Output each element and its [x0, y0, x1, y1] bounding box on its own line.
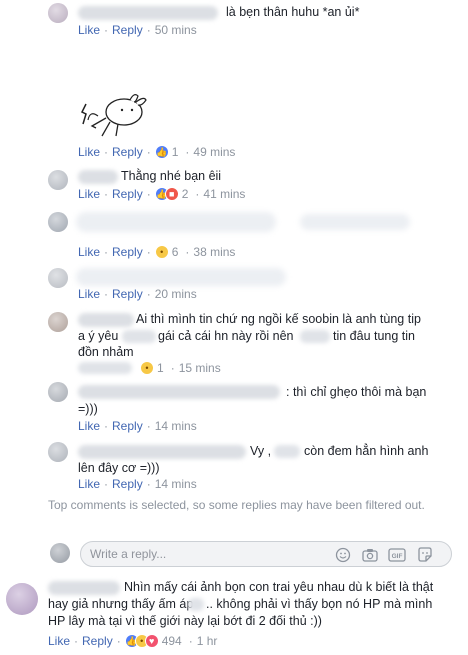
comment-actions: • 1 · 15 mins	[78, 361, 221, 375]
like-link[interactable]: Like	[78, 477, 100, 491]
comment-text-line: hay giả nhưng thấy ấm áp	[48, 597, 194, 611]
comment-text-line: a ý yêu	[78, 329, 119, 343]
comment-text-blurred	[76, 268, 286, 286]
like-link[interactable]: Like	[78, 145, 100, 159]
like-link[interactable]: Like	[78, 287, 100, 301]
comment-text-line: lên đây cơ =)))	[78, 461, 160, 475]
comment-text-line: : thì chỉ ghẹo thôi mà bạn	[286, 385, 427, 399]
comment-text-line: Nhìn mấy cái ảnh bọn con trai yêu nhau d…	[124, 580, 434, 594]
reply-link[interactable]: Reply	[82, 634, 113, 648]
camera-icon[interactable]	[361, 546, 379, 564]
blurred-mention	[188, 598, 204, 611]
comment-text-line: =)))	[78, 402, 98, 416]
reply-link[interactable]: Reply	[112, 23, 143, 37]
commenter-name-blurred	[78, 6, 218, 20]
like-link[interactable]: Like	[78, 419, 100, 433]
reaction-count: 1	[171, 145, 179, 159]
timestamp: 38 mins	[193, 245, 236, 259]
avatar[interactable]	[6, 583, 38, 615]
comment-text-blurred	[300, 214, 410, 230]
like-link[interactable]: Like	[78, 23, 100, 37]
commenter-name-blurred	[78, 445, 246, 459]
haha-reaction-icon: •	[140, 361, 154, 375]
comment-text-blurred	[76, 212, 276, 232]
avatar[interactable]	[48, 170, 68, 190]
avatar[interactable]	[48, 3, 68, 23]
timestamp: 1 hr	[196, 634, 218, 648]
filter-note: Top comments is selected, so some replie…	[48, 498, 425, 512]
reply-link[interactable]: Reply	[112, 245, 143, 259]
blurred-mention	[300, 330, 330, 343]
reaction-count: 1	[157, 361, 164, 375]
blurred-mention	[122, 330, 156, 343]
rabbit-sticker	[80, 94, 147, 137]
reaction-summary[interactable]: 👍 • ♥ 494	[124, 634, 182, 648]
timestamp: 14 mins	[154, 419, 197, 433]
reaction-count: 6	[171, 245, 179, 259]
commenter-name-blurred	[48, 581, 120, 595]
comment-text-line: HP lây mà tại vì thế giới này lại bớt đi…	[48, 614, 322, 628]
comment-text-line: tin đâu tung tin	[333, 329, 416, 343]
like-link[interactable]: Like	[48, 634, 70, 648]
comment-actions: Like · Reply · 20 mins	[78, 287, 197, 301]
timestamp: 50 mins	[154, 23, 197, 37]
reply-link[interactable]: Reply	[112, 419, 143, 433]
haha-reaction-icon: •	[154, 245, 169, 259]
avatar[interactable]	[48, 312, 68, 332]
comment-text: Thằng nhé bạn êii	[121, 169, 222, 183]
reaction-summary[interactable]: 👍 1	[154, 145, 179, 159]
reply-link[interactable]: Reply	[112, 287, 143, 301]
comment-text-line: Ai thì mình tin chứ ng ngồi kế soobin là…	[136, 312, 421, 326]
blurred-mention	[274, 445, 300, 458]
like-link[interactable]: Like	[78, 245, 100, 259]
like-reaction-icon: 👍	[154, 145, 169, 159]
comment-actions: Like · Reply · 14 mins	[78, 419, 197, 433]
reply-box[interactable]: GIF	[80, 541, 452, 567]
reaction-count: 2	[181, 187, 189, 201]
sticker-icon[interactable]	[416, 546, 434, 564]
like-link[interactable]: Like	[78, 187, 100, 201]
love-reaction-icon: ♥	[144, 634, 159, 648]
angry-reaction-icon: ■	[164, 187, 179, 201]
avatar[interactable]	[48, 268, 68, 288]
commenter-name-blurred	[78, 170, 118, 184]
comment-actions: Like · Reply · 14 mins	[78, 477, 197, 491]
timestamp: 20 mins	[154, 287, 197, 301]
comment-text-line: .. không phải vì thấy bọn nó HP mà mình	[206, 597, 433, 611]
emoji-icon[interactable]	[334, 546, 352, 564]
reply-link[interactable]: Reply	[112, 187, 143, 201]
avatar[interactable]	[48, 212, 68, 232]
avatar[interactable]	[48, 442, 68, 462]
comment-actions: Like · Reply · • 6 · 38 mins	[78, 245, 236, 259]
comment-text-line: đồn nhảm	[78, 345, 134, 359]
commenter-name-blurred	[78, 385, 280, 399]
comment-actions: Like · Reply · 50 mins	[78, 23, 197, 37]
timestamp: 49 mins	[193, 145, 236, 159]
reaction-summary[interactable]: 👍 ■ 2	[154, 187, 189, 201]
comment-actions: Like · Reply · 👍 • ♥ 494 · 1 hr	[48, 634, 218, 648]
reaction-summary[interactable]: • 6	[154, 245, 179, 259]
blurred-mention	[78, 362, 132, 374]
timestamp: 14 mins	[154, 477, 197, 491]
avatar[interactable]	[48, 382, 68, 402]
reaction-summary[interactable]: • 1	[140, 361, 164, 375]
comment-text-line: còn đem hẳn hình anh	[304, 444, 429, 458]
comment-text-line: gái cả cái hn này rồi nên	[158, 329, 294, 343]
svg-text:GIF: GIF	[392, 553, 403, 560]
gif-icon[interactable]: GIF	[388, 546, 406, 564]
reply-link[interactable]: Reply	[112, 477, 143, 491]
comment-actions: Like · Reply · 👍 1 · 49 mins	[78, 145, 236, 159]
comment-actions: Like · Reply · 👍 ■ 2 · 41 mins	[78, 187, 246, 201]
timestamp: 15 mins	[178, 361, 221, 375]
comment-text: là bẹn thân huhu *an ủi*	[226, 5, 360, 19]
reply-input[interactable]	[90, 547, 320, 561]
reply-link[interactable]: Reply	[112, 145, 143, 159]
timestamp: 41 mins	[203, 187, 246, 201]
commenter-name-blurred	[78, 313, 134, 327]
comment-text-line: Vy ,	[250, 444, 272, 458]
my-avatar	[50, 543, 70, 563]
reaction-count: 494	[161, 634, 182, 648]
